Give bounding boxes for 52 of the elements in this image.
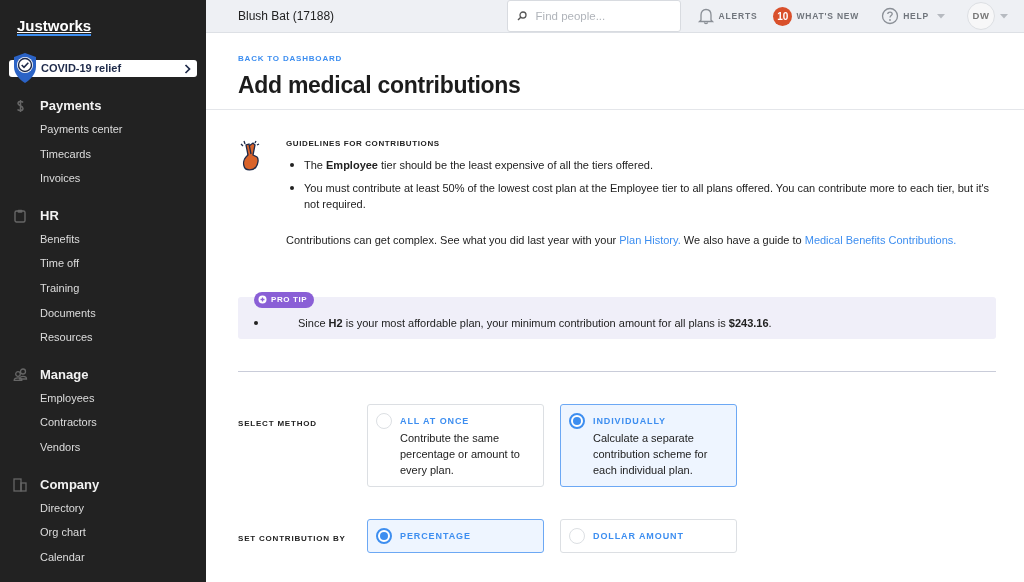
chevron-right-icon (184, 63, 191, 74)
whats-new-button[interactable]: 10 WHAT'S NEW (773, 6, 860, 26)
sidebar-item[interactable]: Benefits (40, 226, 206, 252)
radio-option[interactable]: INDIVIDUALLY Calculate a separate contribution scheme for each individual plan. (560, 403, 737, 487)
guidelines-note: Contributions can get complex. See what you did last year with your Plan History. We also have a guide to Medical Benefits Contributions. (286, 233, 958, 249)
bullet-icon (290, 186, 294, 191)
section-heading: Company (40, 475, 100, 494)
sidebar-item[interactable]: Org chart (40, 520, 206, 545)
bullet-icon (254, 320, 258, 325)
alerts-button[interactable]: ALERTS (696, 7, 758, 25)
help-button[interactable]: HELP (881, 7, 945, 25)
clipboard-icon (14, 208, 26, 223)
radio-option[interactable]: ALL AT ONCE Contribute the same percentage or amount to every plan. (367, 403, 544, 487)
sidebar-item[interactable]: Employees (40, 385, 206, 411)
building-icon (13, 477, 27, 492)
bullet-icon (290, 163, 294, 168)
guideline-text: The Employee tier should be the least expensive of all the tiers offered. (304, 158, 653, 174)
sidebar-item[interactable]: Documents (40, 300, 206, 326)
avatar[interactable]: DW (967, 2, 995, 30)
section-heading: Payments (40, 97, 102, 116)
tip-text: Since H2 is your most affordable plan, your minimum contribution amount for all plans is $243.16. (298, 315, 772, 331)
sidebar-item[interactable]: Invoices (40, 166, 206, 191)
section-heading: HR (40, 207, 59, 226)
sidebar-item[interactable]: Contractors (40, 410, 206, 435)
section-heading: Manage (40, 366, 89, 384)
bell-icon (696, 7, 715, 25)
guidelines-heading: GUIDELINES FOR CONTRIBUTIONS (286, 138, 441, 151)
help-icon (881, 7, 900, 25)
caret-icon (937, 13, 945, 19)
page-title: Add medical contributions (238, 71, 522, 100)
field-label: SELECT METHOD (238, 417, 318, 430)
guideline-text: You must contribute at least 50% of the lowest cost plan at the Employee tier to all plans offered. You can contribute more to each tier, but it's not required. (304, 181, 991, 213)
dollar-icon (15, 99, 25, 113)
field-label: SET CONTRIBUTION BY (238, 532, 347, 545)
logo[interactable]: Justworks (17, 17, 92, 36)
search-field[interactable]: Find people... (506, 0, 681, 32)
sidebar-item[interactable]: Training (40, 275, 206, 301)
pro-tip-badge: PRO TIP (254, 291, 315, 308)
sidebar-item[interactable]: Timecards (40, 141, 206, 167)
people-icon (12, 368, 28, 382)
sidebar-item[interactable]: Time off (40, 251, 206, 276)
notification-count: 10 (773, 6, 793, 26)
plus-circle-icon (258, 295, 267, 305)
shield-check-icon (12, 52, 38, 84)
sidebar-item[interactable]: Calendar (40, 544, 206, 570)
sidebar-item[interactable]: Vendors (40, 434, 206, 460)
sidebar-item[interactable]: Resources (40, 325, 206, 350)
sidebar-item[interactable]: Directory (40, 495, 206, 521)
caret-icon (1000, 13, 1008, 19)
sidebar-item[interactable]: Payments center (40, 117, 206, 142)
company-name: Blush Bat (17188) (238, 8, 335, 25)
search-icon (516, 11, 527, 21)
